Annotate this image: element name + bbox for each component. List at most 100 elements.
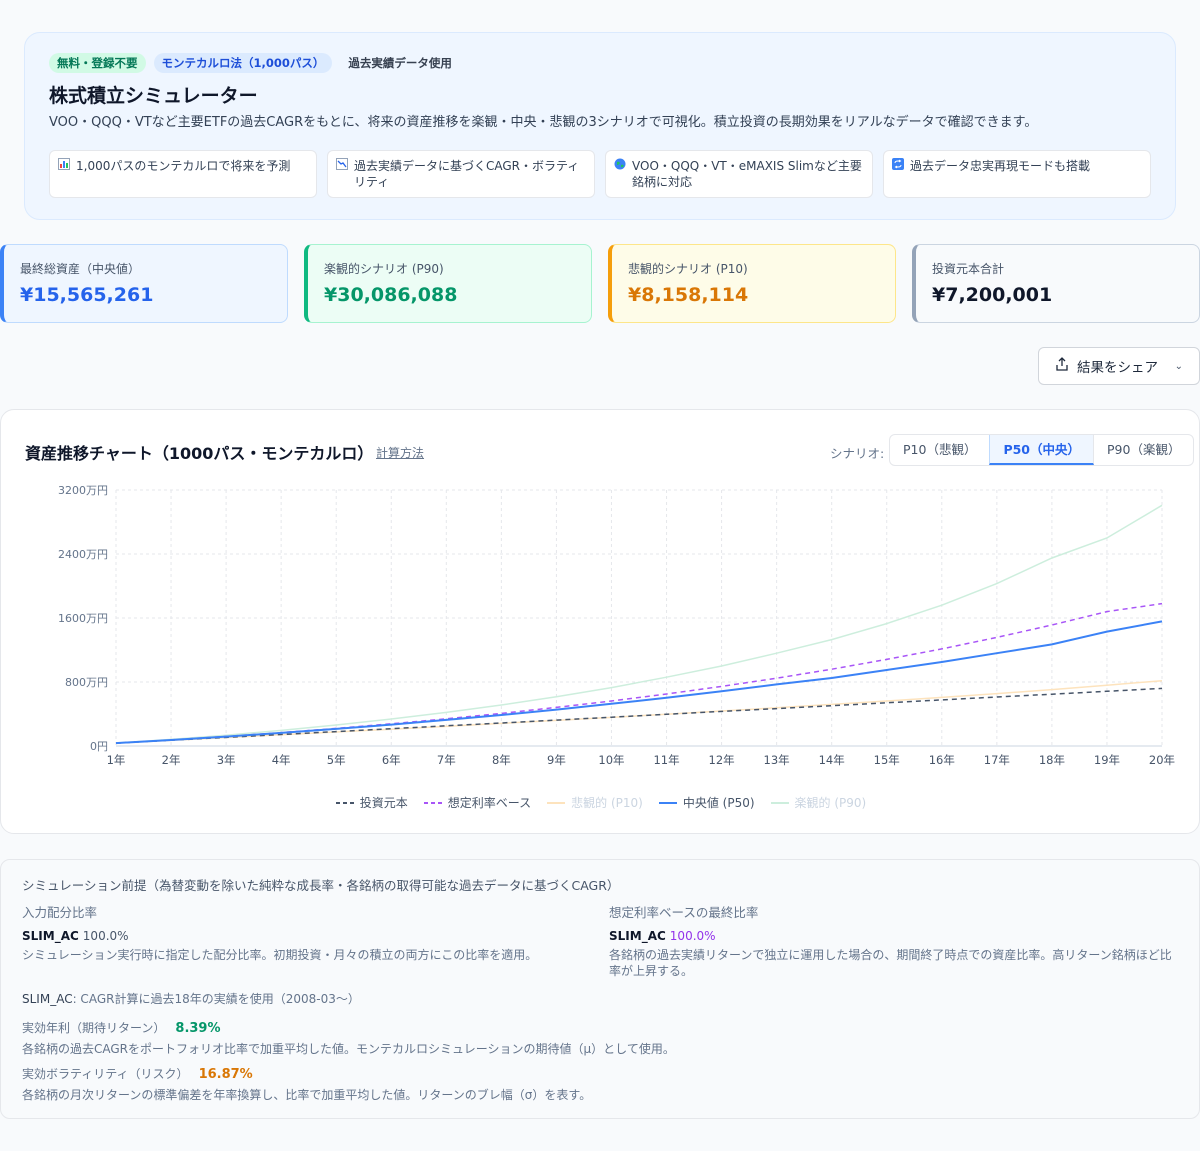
series-line-4 bbox=[115, 504, 1163, 744]
x-tick-label: 7年 bbox=[437, 753, 456, 767]
x-tick-label: 6年 bbox=[382, 753, 401, 767]
input-allocation: 入力配分比率 SLIM_AC 100.0% シミュレーション実行時に指定した配分比… bbox=[22, 905, 592, 963]
chart-legend: 投資元本 想定利率ベース 悲観的 (P10) 中央値 (P50) 楽観的 (P90) bbox=[1, 794, 1200, 811]
fund-code: SLIM_AC bbox=[22, 992, 73, 1006]
input-allocation-note: シミュレーション実行時に指定した配分比率。初期投資・月々の積立の両方にこの比率を… bbox=[22, 948, 538, 962]
legend-item[interactable]: 悲観的 (P10) bbox=[547, 794, 643, 811]
optimistic-card: 楽観的シナリオ (P90) ¥30,086,088 bbox=[304, 244, 592, 323]
x-tick-label: 10年 bbox=[598, 753, 624, 767]
final-allocation: 想定利率ベースの最終比率 SLIM_AC 100.0% 各銘柄の過去実績リターンで… bbox=[609, 905, 1179, 979]
y-tick-label: 0円 bbox=[90, 740, 108, 753]
pessimistic-card: 悲観的シナリオ (P10) ¥8,158,114 bbox=[608, 244, 896, 323]
cagr-source-note: SLIM_AC: CAGR計算に過去18年の実績を使用（2008-03〜） bbox=[22, 991, 360, 1007]
feature-item: 過去実績データに基づくCAGR・ボラティリティ bbox=[327, 150, 595, 198]
expected-return-note: 各銘柄の過去CAGRをポートフォリオ比率で加重平均した値。モンテカルロシミュレー… bbox=[22, 1042, 675, 1056]
x-tick-label: 17年 bbox=[984, 753, 1010, 767]
y-tick-label: 3200万円 bbox=[58, 484, 108, 497]
assumptions-panel: シミュレーション前提（為替変動を除いた純粋な成長率・各銘柄の取得可能な過去データ… bbox=[0, 859, 1200, 1119]
x-tick-label: 3年 bbox=[217, 753, 236, 767]
assumptions-heading: シミュレーション前提（為替変動を除いた純粋な成長率・各銘柄の取得可能な過去データ… bbox=[22, 878, 620, 893]
principal-card: 投資元本合計 ¥7,200,001 bbox=[912, 244, 1200, 323]
expected-return-value: 8.39% bbox=[175, 1021, 221, 1036]
legend-swatch bbox=[658, 801, 677, 804]
stat-value: ¥15,565,261 bbox=[20, 284, 154, 306]
y-tick-label: 800万円 bbox=[65, 676, 108, 689]
stat-label: 最終総資産（中央値） bbox=[20, 262, 141, 276]
series-line-1 bbox=[115, 602, 1163, 744]
cagr-note-text: : CAGR計算に過去18年の実績を使用（2008-03〜） bbox=[72, 992, 360, 1006]
x-tick-label: 18年 bbox=[1039, 753, 1065, 767]
legend-item[interactable]: 想定利率ベース bbox=[423, 794, 532, 811]
chevron-down-icon: ⌄ bbox=[1174, 360, 1183, 372]
x-tick-label: 16年 bbox=[929, 753, 955, 767]
scenario-label: シナリオ: bbox=[830, 446, 885, 461]
repeat-icon bbox=[892, 158, 906, 190]
stat-label: 投資元本合計 bbox=[932, 262, 1005, 276]
fund-code: SLIM_AC bbox=[609, 929, 666, 943]
y-tick-label: 1600万円 bbox=[58, 612, 108, 625]
share-button[interactable]: 結果をシェア ⌄ bbox=[1038, 347, 1200, 385]
scenario-toggle: P10（悲観） P50（中央） P90（楽観） bbox=[889, 434, 1195, 466]
volatility-note: 各銘柄の月次リターンの標準偏差を年率換算し、比率で加重平均した値。リターンのブレ… bbox=[22, 1088, 592, 1102]
x-tick-label: 2年 bbox=[162, 753, 181, 767]
feature-text: 過去データ忠実再現モードも搭載 bbox=[910, 159, 1091, 173]
legend-label: 投資元本 bbox=[359, 796, 408, 810]
asset-chart: 0円 800万円 1600万円 2400万円 3200万円 1年 2年 3年 4年 5年 6年 7年 8… bbox=[58, 484, 1175, 767]
fund-code: SLIM_AC bbox=[22, 929, 79, 943]
legend-item[interactable]: 中央値 (P50) bbox=[658, 794, 755, 811]
median-asset-card: 最終総資産（中央値） ¥15,565,261 bbox=[0, 244, 288, 323]
input-allocation-title: 入力配分比率 bbox=[22, 905, 98, 920]
series-line-0 bbox=[115, 687, 1163, 744]
share-icon bbox=[1055, 357, 1069, 375]
chart-title: 資産推移チャート（1000パス・モンテカルロ） bbox=[25, 444, 374, 463]
legend-swatch bbox=[423, 801, 442, 804]
legend-swatch bbox=[335, 801, 354, 804]
legend-label: 中央値 (P50) bbox=[682, 796, 755, 810]
stat-value: ¥30,086,088 bbox=[324, 284, 458, 306]
legend-swatch bbox=[547, 801, 566, 804]
free-badge: 無料・登録不要 bbox=[49, 53, 146, 73]
fund-pct: 100.0% bbox=[669, 929, 716, 943]
legend-swatch bbox=[770, 801, 789, 804]
x-tick-label: 19年 bbox=[1094, 753, 1120, 767]
feature-list: 1,000パスのモンテカルロで将来を予測 過去実績データに基づくCAGR・ボラテ… bbox=[49, 150, 1151, 198]
trend-icon bbox=[336, 158, 350, 190]
feature-item: 1,000パスのモンテカルロで将来を予測 bbox=[49, 150, 317, 198]
stat-value: ¥7,200,001 bbox=[932, 284, 1053, 306]
y-tick-label: 2400万円 bbox=[58, 548, 108, 561]
allocation-row: SLIM_AC 100.0% bbox=[609, 928, 1179, 944]
legend-item[interactable]: 投資元本 bbox=[335, 794, 408, 811]
volatility-label: 実効ボラティリティ（リスク） bbox=[22, 1067, 189, 1081]
legend-label: 想定利率ベース bbox=[447, 796, 532, 810]
scenario-p10-button[interactable]: P10（悲観） bbox=[890, 435, 989, 465]
x-tick-label: 9年 bbox=[547, 753, 566, 767]
stat-label: 楽観的シナリオ (P90) bbox=[324, 262, 444, 276]
chart-icon bbox=[58, 158, 72, 190]
x-tick-label: 5年 bbox=[327, 753, 346, 767]
legend-label: 悲観的 (P10) bbox=[571, 796, 643, 810]
scenario-p50-button[interactable]: P50（中央） bbox=[989, 435, 1095, 465]
hero-panel: 無料・登録不要 モンテカルロ法（1,000パス） 過去実績データ使用 株式積立シ… bbox=[24, 32, 1176, 220]
expected-return-label: 実効年利（期待リターン） bbox=[22, 1021, 166, 1035]
calc-method-link[interactable]: 計算方法 bbox=[376, 444, 424, 461]
x-tick-label: 8年 bbox=[492, 753, 511, 767]
x-tick-label: 15年 bbox=[874, 753, 900, 767]
stat-value: ¥8,158,114 bbox=[628, 284, 749, 306]
historical-data-badge: 過去実績データ使用 bbox=[348, 56, 452, 70]
share-label: 結果をシェア bbox=[1077, 360, 1158, 376]
page-description: VOO・QQQ・VTなど主要ETFの過去CAGRをもとに、将来の資産推移を楽観・… bbox=[49, 115, 1038, 130]
legend-item[interactable]: 楽観的 (P90) bbox=[770, 794, 866, 811]
feature-item: VOO・QQQ・VT・eMAXIS Slimなど主要銘柄に対応 bbox=[605, 150, 873, 198]
globe-icon bbox=[614, 158, 628, 190]
page-title: 株式積立シミュレーター bbox=[49, 85, 258, 107]
chart-card: 資産推移チャート（1000パス・モンテカルロ） 計算方法 シナリオ: P10（悲… bbox=[0, 409, 1200, 834]
x-tick-label: 14年 bbox=[819, 753, 845, 767]
scenario-p90-button[interactable]: P90（楽観） bbox=[1094, 435, 1193, 465]
final-allocation-note: 各銘柄の過去実績リターンで独立に運用した場合の、期間終了時点での資産比率。高リタ… bbox=[609, 948, 1172, 978]
feature-item: 過去データ忠実再現モードも搭載 bbox=[883, 150, 1151, 198]
badge-row: 無料・登録不要 モンテカルロ法（1,000パス） 過去実績データ使用 bbox=[49, 53, 1151, 73]
x-tick-label: 1年 bbox=[107, 753, 126, 767]
final-allocation-title: 想定利率ベースの最終比率 bbox=[609, 905, 759, 920]
x-tick-label: 12年 bbox=[709, 753, 735, 767]
volatility-value: 16.87% bbox=[198, 1067, 253, 1082]
